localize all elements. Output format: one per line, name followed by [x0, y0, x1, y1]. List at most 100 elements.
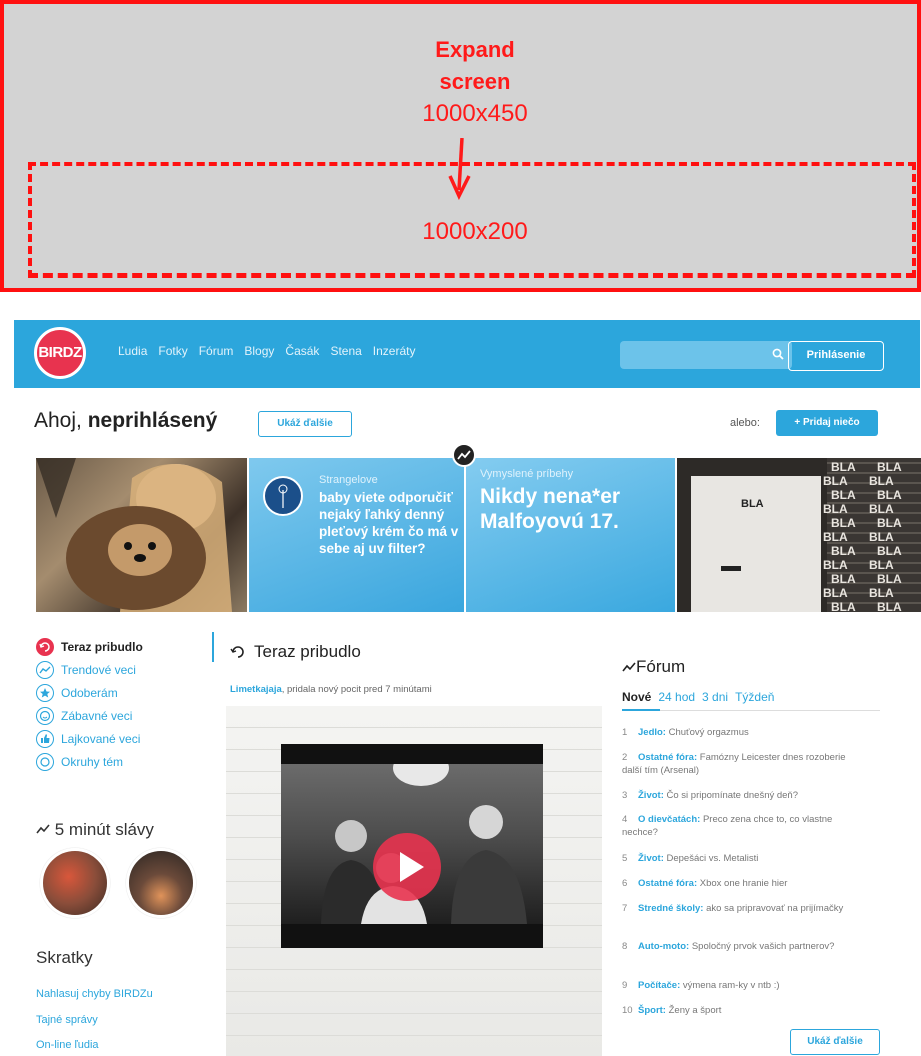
tab-tyzden[interactable]: Týždeň	[735, 690, 774, 704]
featured-post-strangelove[interactable]: Strangelove baby viete odporučiť nejaký …	[249, 458, 464, 612]
expand-size-after: 1000x200	[422, 218, 528, 245]
trend-icon	[622, 662, 636, 672]
bla-wall-text: BLA	[823, 474, 848, 488]
tabs-divider	[622, 710, 880, 711]
main-nav: Ľudia Fotky Fórum Blogy Časák Stena Inze…	[118, 344, 426, 358]
bla-wall-text: BLA	[831, 600, 856, 612]
smile-icon	[36, 707, 54, 725]
forum-item[interactable]: 2 Ostatné fóra: Famózny Leicester dnes ro…	[622, 751, 858, 777]
shortcut-online-people[interactable]: On-line ľudia	[36, 1039, 99, 1051]
door-image: BLA	[691, 476, 821, 612]
bla-sign: BLA	[741, 498, 764, 510]
greeting-hello: Ahoj,	[34, 409, 82, 432]
door-handle	[721, 566, 741, 571]
shortcuts-title: Skratky	[36, 948, 93, 967]
sidebar-item-okruhy-tem[interactable]: Okruhy tém	[36, 751, 123, 773]
featured-author: Strangelove	[319, 474, 378, 486]
sidebar-item-lajkovane-veci[interactable]: Lajkované veci	[36, 728, 140, 750]
thumb-up-icon	[36, 730, 54, 748]
fame-avatar-1[interactable]	[40, 848, 110, 918]
bla-wall-text: BLA	[877, 572, 902, 586]
nav-item-ludia[interactable]: Ľudia	[118, 344, 147, 358]
forum-item[interactable]: 6 Ostatné fóra: Xbox one hranie hier	[622, 877, 858, 890]
show-more-button[interactable]: Ukáž ďalšie	[258, 411, 352, 437]
star-icon	[36, 684, 54, 702]
forum-item[interactable]: 8 Auto-moto: Spoločný prvok vašich partne…	[622, 940, 858, 953]
forum-item[interactable]: 7 Stredné školy: ako sa pripravovať na pr…	[622, 902, 858, 915]
play-button[interactable]	[373, 833, 441, 901]
nav-item-inzeraty[interactable]: Inzeráty	[373, 344, 416, 358]
trend-icon	[36, 661, 54, 679]
featured-post-story[interactable]: Vymyslené príbehy Nikdy nena*er Malfoyov…	[466, 458, 675, 612]
shortcut-secret-messages[interactable]: Tajné správy	[36, 1014, 98, 1026]
bla-wall-text: BLA	[877, 600, 902, 612]
tab-3-dni[interactable]: 3 dni	[702, 690, 728, 704]
forum-item[interactable]: 4O dievčatách: Preco zena chce to, co vl…	[622, 813, 858, 839]
top-bar: BIRDZ Ľudia Fotky Fórum Blogy Časák Sten…	[14, 320, 920, 388]
search-input[interactable]	[620, 341, 760, 369]
fame-avatar-2[interactable]	[126, 848, 196, 918]
nav-item-blogy[interactable]: Blogy	[244, 344, 274, 358]
dog-photo-image	[36, 458, 232, 612]
sidebar-item-odoberam[interactable]: Odoberám	[36, 682, 118, 704]
dandelion-icon	[278, 484, 288, 508]
active-tab-indicator	[622, 709, 660, 711]
bla-wall-text: BLA	[869, 474, 894, 488]
forum-item[interactable]: 5 Život: Depešáci vs. Metalisti	[622, 852, 858, 865]
search-icon[interactable]	[772, 348, 784, 360]
sidebar-active-rail	[212, 632, 214, 662]
birdz-logo[interactable]: BIRDZ	[34, 327, 86, 379]
featured-category: Vymyslené príbehy	[480, 468, 574, 480]
bla-wall-text: BLA	[823, 586, 848, 600]
featured-photo-bla[interactable]: BLA BLA BLA BLA BLA BLA BLA BLA BLA BLA BLA BLA BLA…	[677, 458, 921, 612]
bla-wall-text: BLA	[831, 572, 856, 586]
forum-item[interactable]: 10 Šport: Ženy a šport	[622, 1004, 858, 1017]
forum-item[interactable]: 1 Jedlo: Chuťový orgazmus	[622, 726, 858, 739]
forum-show-more-button[interactable]: Ukáž ďalšie	[790, 1029, 880, 1055]
feed-post-meta: Limetkajaja, pridala nový pocit pred 7 m…	[230, 684, 432, 695]
add-something-button[interactable]: + Pridaj niečo	[776, 410, 878, 436]
greeting-name: neprihlásený	[87, 409, 218, 432]
login-button[interactable]: Prihlásenie	[788, 341, 884, 371]
forum-title-text: Fórum	[636, 657, 686, 676]
tab-nove[interactable]: Nové	[622, 690, 651, 704]
nav-item-casak[interactable]: Časák	[285, 344, 319, 358]
sidebar-item-teraz-pribudlo[interactable]: Teraz pribudlo	[36, 636, 143, 658]
bla-wall-image: BLA BLA BLA BLA BLA BLA BLA BLA BLA BLA BLA BLA BLA B…	[823, 458, 921, 612]
feed-post-action: , pridala nový pocit pred 7 minútami	[281, 684, 432, 695]
nav-item-stena[interactable]: Stena	[330, 344, 361, 358]
featured-photo-dog[interactable]	[36, 458, 247, 612]
fame-section-title: 5 minút slávy	[36, 820, 154, 840]
nav-item-forum[interactable]: Fórum	[199, 344, 234, 358]
bla-wall-text: BLA	[869, 558, 894, 572]
forum-tabs: Nové 24 hod 3 dni Týždeň	[622, 690, 781, 704]
forum-item[interactable]: 9 Počítače: výmena ram-ky v ntb :)	[622, 979, 858, 992]
bla-wall-text: BLA	[831, 460, 856, 474]
refresh-icon	[230, 646, 244, 658]
shortcut-report-bugs[interactable]: Nahlasuj chyby BIRDZu	[36, 988, 153, 1000]
sidebar-item-zabavne-veci[interactable]: Zábavné veci	[36, 705, 132, 727]
trend-icon	[457, 450, 471, 460]
nav-item-fotky[interactable]: Fotky	[158, 344, 187, 358]
video-player[interactable]	[281, 744, 543, 948]
bla-wall-text: BLA	[877, 516, 902, 530]
featured-text: Nikdy nena*er Malfoyovú 17.	[480, 485, 621, 533]
sidebar-item-label: Trendové veci	[61, 663, 136, 677]
page: Expand screen 1000x450 1000x200 BIRDZ Ľu…	[0, 0, 921, 1056]
bla-wall-text: BLA	[831, 544, 856, 558]
feed-title: Teraz pribudlo	[230, 642, 361, 662]
greeting: Ahoj, neprihlásený	[34, 409, 217, 433]
sidebar-item-trendove-veci[interactable]: Trendové veci	[36, 659, 136, 681]
trend-icon	[36, 824, 50, 834]
sidebar-item-label: Zábavné veci	[61, 709, 133, 723]
sidebar-item-label: Lajkované veci	[61, 732, 141, 746]
tab-24-hod[interactable]: 24 hod	[658, 690, 695, 704]
bla-wall-text: BLA	[869, 502, 894, 516]
bla-wall-text: BLA	[823, 558, 848, 572]
forum-item[interactable]: 3 Život: Čo si pripomínate dnešný deň?	[622, 789, 858, 802]
feed-post-author[interactable]: Limetkajaja	[230, 684, 282, 695]
bla-wall-text: BLA	[869, 530, 894, 544]
author-avatar	[263, 476, 303, 516]
bla-wall-text: BLA	[831, 488, 856, 502]
search-box	[620, 341, 792, 369]
